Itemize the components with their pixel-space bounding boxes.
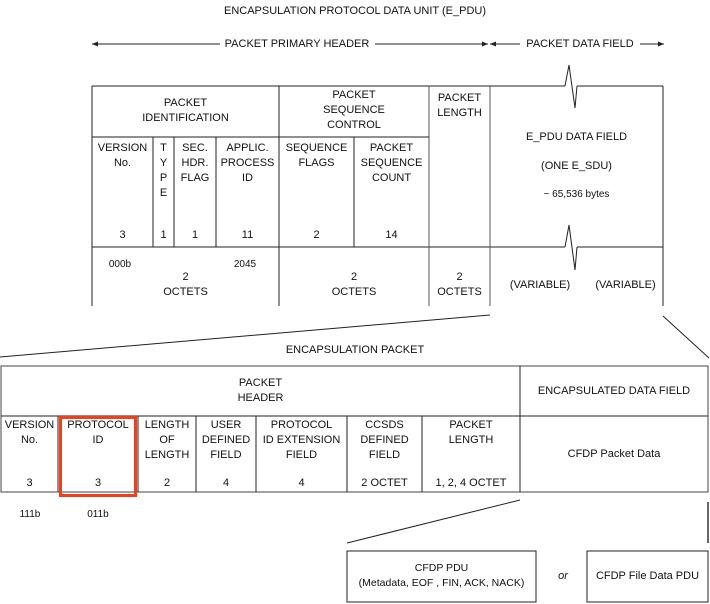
epdu-data-field-subtitle: (ONE E_SDU) [541, 160, 612, 172]
arrow-right-head [658, 41, 664, 47]
field-sec-hdr-flag-bits: 1 [191, 229, 199, 241]
group-packet-sequence-control: PACKET SEQUENCE CONTROL [323, 89, 385, 131]
field-sequence-count-bits: 14 [385, 229, 398, 241]
encap-field-user-defined-size: 4 [222, 477, 230, 489]
cfdp-file-data-pdu-label: CFDP File Data PDU [595, 570, 700, 582]
encap-field-packet-length-size: 1, 2, 4 OCTET [435, 477, 507, 489]
encap-field-ccsds-defined-size: 2 OCTET [361, 477, 408, 489]
variable-left-label: (VARIABLE) [509, 279, 571, 291]
field-version-bits: 3 [119, 229, 126, 241]
packet-length-octets: 2 OCTETS [437, 271, 482, 298]
encap-field-length-of-length-size: 2 [163, 477, 171, 489]
field-sec-hdr-flag-label: SEC. HDR. FLAG [180, 142, 210, 184]
cfdp-expansion-line-left [346, 499, 521, 544]
arrow-right-head [482, 41, 488, 47]
field-apid-label: APPLIC. PROCESS ID [220, 142, 275, 184]
encap-version-value: 111b [19, 509, 41, 520]
encapsulated-data-field-label: ENCAPSULATED DATA FIELD [537, 385, 691, 397]
cfdp-pdu-label: CFDP PDU (Metadata, EOF , FIN, ACK, NACK… [358, 562, 525, 589]
field-version-label: VERSION No. [97, 142, 148, 169]
arrow-left-head [490, 41, 496, 47]
identification-octets: 2 OCTETS [163, 271, 208, 298]
encap-field-protocol-id-extension-size: 4 [298, 477, 305, 489]
group-packet-identification: PACKET IDENTIFICATION [142, 97, 229, 124]
encap-field-length-of-length-label: LENGTH OF LENGTH [144, 419, 190, 461]
epdu-data-field-title: E_PDU DATA FIELD [525, 131, 628, 143]
packet-header-label: PACKET HEADER [237, 377, 284, 404]
or-label: or [558, 570, 568, 582]
epdu-data-field-size: ~ 65,536 bytes [543, 189, 610, 200]
variable-right-label: (VARIABLE) [595, 279, 656, 291]
primary-header-span-label: PACKET PRIMARY HEADER [224, 38, 370, 50]
arrow-left-head [92, 41, 98, 47]
field-sequence-flags-bits: 2 [313, 229, 320, 241]
break-zigzag-top [564, 64, 578, 109]
encap-field-packet-length-label: PACKET LENGTH [448, 419, 494, 446]
encapsulation-packet-title: ENCAPSULATION PACKET [285, 344, 425, 356]
field-apid-bits: 11 [241, 229, 254, 241]
break-zigzag-bottom [564, 224, 578, 271]
field-sequence-flags-label: SEQUENCE FLAGS [285, 142, 348, 169]
protocol-id-highlight [59, 416, 137, 497]
cfdp-packet-data-label: CFDP Packet Data [567, 448, 661, 460]
sequence-control-octets: 2 OCTETS [331, 271, 377, 298]
encap-protocol-id-value: 011b [87, 509, 109, 520]
group-packet-length: PACKET LENGTH [437, 92, 482, 119]
field-type-label: T Y P E [159, 142, 168, 199]
encap-field-version-label: VERSION No. [4, 419, 55, 446]
field-type-bits: 1 [160, 229, 167, 241]
encap-field-ccsds-defined-label: CCSDS DEFINED FIELD [360, 419, 409, 461]
encap-field-user-defined-label: USER DEFINED FIELD [201, 419, 251, 461]
encap-field-version-size: 3 [26, 477, 33, 489]
field-sequence-count-label: PACKET SEQUENCE COUNT [360, 142, 423, 184]
encap-field-protocol-id-extension-label: PROTOCOL ID EXTENSION FIELD [262, 419, 341, 461]
data-field-span-label: PACKET DATA FIELD [526, 38, 634, 50]
